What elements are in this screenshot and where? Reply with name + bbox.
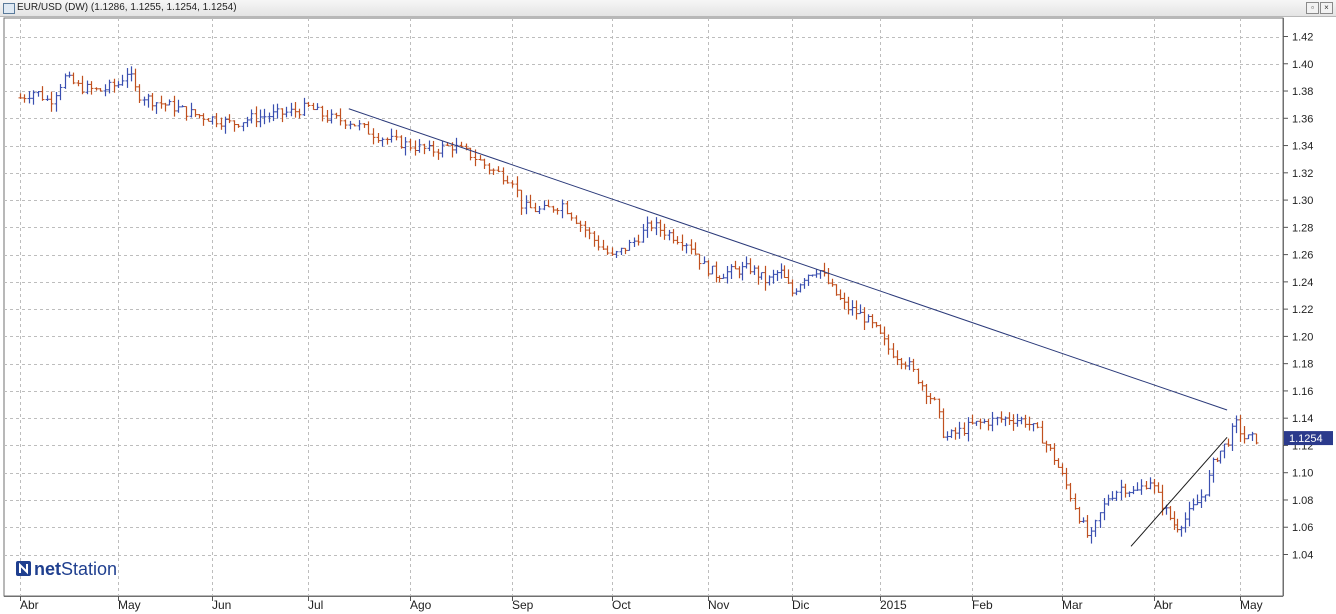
- plot-area[interactable]: [3, 17, 1284, 597]
- time-tick-label: Sep: [512, 598, 534, 612]
- price-tick-label: 1.28: [1292, 222, 1313, 234]
- price-tick-label: 1.26: [1292, 250, 1313, 262]
- restore-button[interactable]: ▫: [1306, 2, 1319, 14]
- time-tick-label: Dic: [792, 598, 809, 612]
- price-tick-label: 1.32: [1292, 168, 1313, 180]
- price-tick-label: 1.38: [1292, 86, 1313, 98]
- time-tick-label: Ago: [410, 598, 432, 612]
- time-tick-label: Mar: [1062, 598, 1083, 612]
- time-tick-label: Abr: [20, 598, 39, 612]
- time-tick-label: May: [118, 598, 141, 612]
- window-titlebar: EUR/USD (DW) (1.1286, 1.1255, 1.1254, 1.…: [0, 0, 1336, 17]
- price-tick-label: 1.24: [1292, 277, 1313, 289]
- time-tick-label: Feb: [972, 598, 993, 612]
- chart-window-icon: [3, 3, 15, 14]
- window-title: EUR/USD (DW) (1.1286, 1.1255, 1.1254, 1.…: [17, 2, 237, 13]
- price-tick-label: 1.08: [1292, 495, 1313, 507]
- time-tick-label: May: [1240, 598, 1263, 612]
- price-tick-label: 1.18: [1292, 359, 1313, 371]
- price-tick-label: 1.34: [1292, 141, 1313, 153]
- price-tick-label: 1.04: [1292, 550, 1313, 562]
- netstation-logo-text: netStation: [34, 559, 117, 579]
- price-tick-label: 1.14: [1292, 413, 1313, 425]
- price-tick-label: 1.22: [1292, 304, 1313, 316]
- time-tick-label: Jun: [212, 598, 231, 612]
- price-tick-label: 1.06: [1292, 522, 1313, 534]
- close-button[interactable]: ×: [1320, 2, 1333, 14]
- time-tick-label: Jul: [308, 598, 323, 612]
- time-axis[interactable]: Abr May Jun Jul Ago Sep Oct Nov Dic 2015 Feb Mar Abr…: [4, 596, 1283, 612]
- price-tick-label: 1.10: [1292, 468, 1313, 480]
- price-tick-label: 1.42: [1292, 32, 1313, 44]
- price-tick-label: 1.30: [1292, 195, 1313, 207]
- price-tick-label: 1.16: [1292, 386, 1313, 398]
- time-tick-label: 2015: [880, 598, 907, 612]
- ohlc-chart[interactable]: 1.041.061.081.101.121.141.161.181.201.22…: [0, 16, 1336, 614]
- time-tick-label: Nov: [708, 598, 729, 612]
- time-tick-label: Abr: [1154, 598, 1173, 612]
- price-axis[interactable]: 1.041.061.081.101.121.141.161.181.201.22…: [1283, 18, 1333, 596]
- price-tick-label: 1.40: [1292, 59, 1313, 71]
- price-tick-label: 1.36: [1292, 113, 1313, 125]
- price-tick-label: 1.20: [1292, 331, 1313, 343]
- time-tick-label: Oct: [612, 598, 631, 612]
- last-price-label: 1.1254: [1289, 433, 1323, 445]
- plot-border: [3, 17, 1284, 597]
